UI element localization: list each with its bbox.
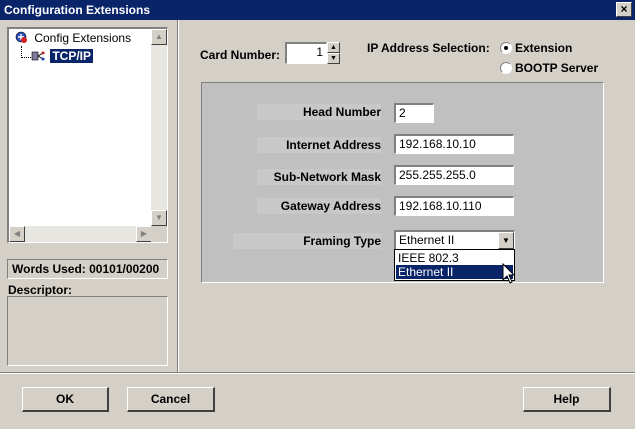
framing-type-dropdown-list[interactable]: IEEE 802.3 Ethernet II: [394, 249, 515, 281]
radio-button-checked[interactable]: [500, 42, 512, 54]
dropdown-arrow-icon[interactable]: ▼: [498, 232, 514, 249]
head-number-value: 2: [399, 106, 406, 120]
config-extensions-icon: [15, 31, 28, 44]
tree-item-label: Config Extensions: [34, 31, 132, 45]
words-used-status: Words Used: 00101/00200: [7, 259, 168, 279]
internet-address-value: 192.168.10.10: [399, 137, 476, 151]
subnet-mask-input[interactable]: 255.255.255.0: [394, 165, 514, 185]
network-icon: [31, 49, 45, 63]
help-button[interactable]: Help: [523, 387, 611, 412]
head-number-label: Head Number: [257, 104, 381, 120]
spin-down-icon[interactable]: ▼: [327, 53, 340, 64]
spin-up-icon[interactable]: ▲: [327, 42, 340, 53]
subnet-mask-value: 255.255.255.0: [399, 168, 476, 182]
close-icon: ×: [620, 2, 628, 16]
extensions-tree[interactable]: Config Extensions TCP/IP ▲ ▼ ◀ ▶: [7, 27, 168, 243]
cancel-button[interactable]: Cancel: [127, 387, 215, 412]
footer-divider: [0, 372, 635, 374]
words-used-text: Words Used: 00101/00200: [12, 262, 160, 276]
descriptor-box: [7, 296, 168, 366]
framing-type-label: Framing Type: [233, 233, 381, 249]
scroll-down-icon[interactable]: ▼: [151, 210, 167, 226]
scroll-left-icon[interactable]: ◀: [9, 226, 25, 242]
framing-type-value: Ethernet II: [399, 233, 455, 247]
gateway-address-value: 192.168.10.110: [399, 199, 482, 213]
gateway-address-label: Gateway Address: [257, 198, 381, 214]
title-bar: Configuration Extensions: [0, 0, 635, 20]
window-title: Configuration Extensions: [4, 3, 151, 17]
tree-horizontal-scrollbar[interactable]: ◀ ▶: [9, 226, 152, 242]
ok-button-label: OK: [56, 392, 74, 406]
internet-address-input[interactable]: 192.168.10.10: [394, 134, 514, 154]
radio-label: Extension: [515, 41, 573, 55]
dropdown-option[interactable]: IEEE 802.3: [396, 251, 513, 265]
dropdown-option-highlighted[interactable]: Ethernet II: [396, 265, 513, 279]
ip-selection-label: IP Address Selection:: [367, 41, 490, 55]
help-button-label: Help: [553, 392, 580, 406]
tree-connector: [21, 57, 31, 58]
mouse-pointer-icon: [502, 262, 516, 285]
card-number-spinner[interactable]: ▲ ▼: [327, 42, 340, 64]
subnet-mask-label: Sub-Network Mask: [257, 169, 381, 185]
gateway-address-input[interactable]: 192.168.10.110: [394, 196, 514, 216]
ok-button[interactable]: OK: [22, 387, 109, 412]
tree-item-label: TCP/IP: [50, 49, 94, 63]
close-button[interactable]: ×: [616, 2, 632, 17]
scrollbar-corner: [151, 226, 167, 242]
radio-button[interactable]: [500, 62, 512, 74]
scroll-right-icon[interactable]: ▶: [136, 226, 152, 242]
cancel-button-label: Cancel: [150, 392, 191, 406]
tree-vertical-scrollbar[interactable]: ▲ ▼: [151, 29, 167, 226]
card-number-label: Card Number:: [200, 48, 281, 62]
head-number-input[interactable]: 2: [394, 103, 434, 123]
tree-item-tcpip[interactable]: TCP/IP: [31, 49, 94, 63]
framing-type-select[interactable]: Ethernet II ▼: [394, 230, 515, 250]
card-number-input[interactable]: 1: [285, 42, 327, 64]
tree-item-config-extensions[interactable]: Config Extensions: [15, 31, 131, 45]
internet-address-label: Internet Address: [257, 137, 381, 153]
descriptor-label: Descriptor:: [8, 283, 73, 297]
scroll-up-icon[interactable]: ▲: [151, 29, 167, 45]
radio-label: BOOTP Server: [515, 61, 599, 75]
card-number-value: 1: [316, 45, 323, 59]
vertical-divider: [177, 20, 179, 372]
